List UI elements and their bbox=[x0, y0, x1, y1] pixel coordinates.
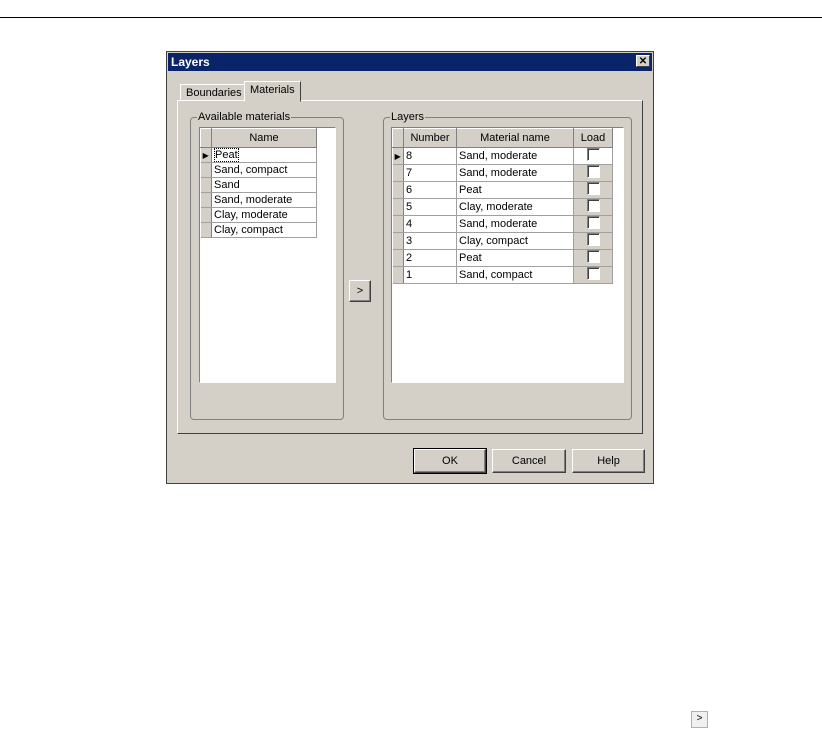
table-row[interactable]: 5 Clay, moderate bbox=[392, 198, 613, 216]
layer-material-cell[interactable]: Clay, moderate bbox=[456, 198, 574, 216]
table-row[interactable]: 4 Sand, moderate bbox=[392, 215, 613, 233]
help-button[interactable]: Help bbox=[572, 449, 645, 473]
table-row[interactable]: Sand, moderate bbox=[200, 192, 317, 208]
material-cell[interactable]: Sand bbox=[211, 177, 317, 193]
table-row[interactable]: 2 Peat bbox=[392, 249, 613, 267]
load-cell bbox=[573, 266, 613, 284]
material-cell[interactable]: Clay, compact bbox=[211, 222, 317, 238]
grid-header-row: Number Material name Load bbox=[392, 128, 613, 148]
layer-number-cell[interactable]: 4 bbox=[403, 215, 457, 233]
dialog-title: Layers bbox=[171, 55, 210, 69]
layers-dialog: Layers ✕ Boundaries Materials Available … bbox=[166, 51, 654, 484]
load-cell bbox=[573, 249, 613, 267]
load-cell bbox=[573, 164, 613, 182]
layer-material-cell[interactable]: Sand, moderate bbox=[456, 215, 574, 233]
page-top-rule bbox=[0, 17, 822, 18]
column-header-load[interactable]: Load bbox=[573, 128, 613, 148]
load-checkbox[interactable] bbox=[586, 216, 600, 229]
load-checkbox[interactable] bbox=[586, 148, 600, 161]
layer-number-cell[interactable]: 5 bbox=[403, 198, 457, 216]
available-materials-label: Available materials bbox=[197, 111, 292, 123]
load-cell bbox=[573, 232, 613, 250]
column-header-material-name[interactable]: Material name bbox=[456, 128, 574, 148]
layer-material-cell[interactable]: Peat bbox=[456, 181, 574, 199]
load-checkbox[interactable] bbox=[586, 267, 600, 280]
layer-number-cell[interactable]: 6 bbox=[403, 181, 457, 199]
table-row[interactable]: Clay, compact bbox=[200, 222, 317, 238]
load-checkbox[interactable] bbox=[586, 182, 600, 195]
ok-button[interactable]: OK bbox=[413, 448, 487, 474]
table-row[interactable]: 6 Peat bbox=[392, 181, 613, 199]
column-header-number[interactable]: Number bbox=[403, 128, 457, 148]
layers-group-label: Layers bbox=[390, 111, 426, 123]
table-row[interactable]: Clay, moderate bbox=[200, 207, 317, 223]
materials-tab-panel: Available materials Name ▶ Peat Sand, co… bbox=[177, 100, 643, 434]
layer-material-cell[interactable]: Sand, compact bbox=[456, 266, 574, 284]
material-cell[interactable]: Sand, moderate bbox=[211, 192, 317, 208]
layer-material-cell[interactable]: Sand, moderate bbox=[456, 147, 574, 165]
current-row-indicator-icon: ▶ bbox=[392, 147, 404, 165]
load-checkbox[interactable] bbox=[586, 199, 600, 212]
load-cell bbox=[573, 181, 613, 199]
load-checkbox[interactable] bbox=[586, 165, 600, 178]
layer-number-cell[interactable]: 1 bbox=[403, 266, 457, 284]
table-row[interactable]: ▶ Peat bbox=[200, 147, 317, 163]
layer-number-cell[interactable]: 7 bbox=[403, 164, 457, 182]
load-checkbox[interactable] bbox=[586, 233, 600, 246]
current-row-indicator-icon: ▶ bbox=[200, 147, 212, 163]
layer-number-cell[interactable]: 8 bbox=[403, 147, 457, 165]
row-indicator-header bbox=[392, 128, 404, 148]
material-cell[interactable]: Clay, moderate bbox=[211, 207, 317, 223]
table-row[interactable]: Sand, compact bbox=[200, 162, 317, 178]
table-row[interactable]: Sand bbox=[200, 177, 317, 193]
material-cell[interactable]: Peat bbox=[211, 147, 317, 163]
available-materials-group: Available materials Name ▶ Peat Sand, co… bbox=[190, 111, 344, 420]
load-cell bbox=[573, 147, 613, 165]
table-row[interactable]: 7 Sand, moderate bbox=[392, 164, 613, 182]
layer-material-cell[interactable]: Clay, compact bbox=[456, 232, 574, 250]
cancel-button[interactable]: Cancel bbox=[492, 449, 566, 473]
row-indicator-header bbox=[200, 128, 212, 148]
grid-header-row: Name bbox=[200, 128, 317, 148]
layer-material-cell[interactable]: Sand, moderate bbox=[456, 164, 574, 182]
load-cell bbox=[573, 215, 613, 233]
table-row[interactable]: 3 Clay, compact bbox=[392, 232, 613, 250]
material-cell[interactable]: Sand, compact bbox=[211, 162, 317, 178]
close-icon[interactable]: ✕ bbox=[636, 55, 650, 67]
title-bar[interactable]: Layers ✕ bbox=[168, 53, 652, 71]
layer-number-cell[interactable]: 2 bbox=[403, 249, 457, 267]
available-materials-grid[interactable]: Name ▶ Peat Sand, compact Sand Sand, mod… bbox=[199, 127, 336, 383]
table-row[interactable]: ▶ 8 Sand, moderate bbox=[392, 147, 613, 165]
tab-materials[interactable]: Materials bbox=[244, 81, 301, 102]
tab-boundaries[interactable]: Boundaries bbox=[180, 84, 248, 100]
table-row[interactable]: 1 Sand, compact bbox=[392, 266, 613, 284]
load-checkbox[interactable] bbox=[586, 250, 600, 263]
chevron-right-icon[interactable]: > bbox=[691, 711, 708, 728]
load-cell bbox=[573, 198, 613, 216]
add-layer-button[interactable]: > bbox=[349, 280, 371, 302]
layers-grid[interactable]: Number Material name Load ▶ 8 Sand, mode… bbox=[391, 127, 624, 383]
layer-material-cell[interactable]: Peat bbox=[456, 249, 574, 267]
layer-number-cell[interactable]: 3 bbox=[403, 232, 457, 250]
layers-group: Layers Number Material name Load ▶ 8 San… bbox=[383, 111, 632, 420]
column-header-name[interactable]: Name bbox=[211, 128, 317, 148]
